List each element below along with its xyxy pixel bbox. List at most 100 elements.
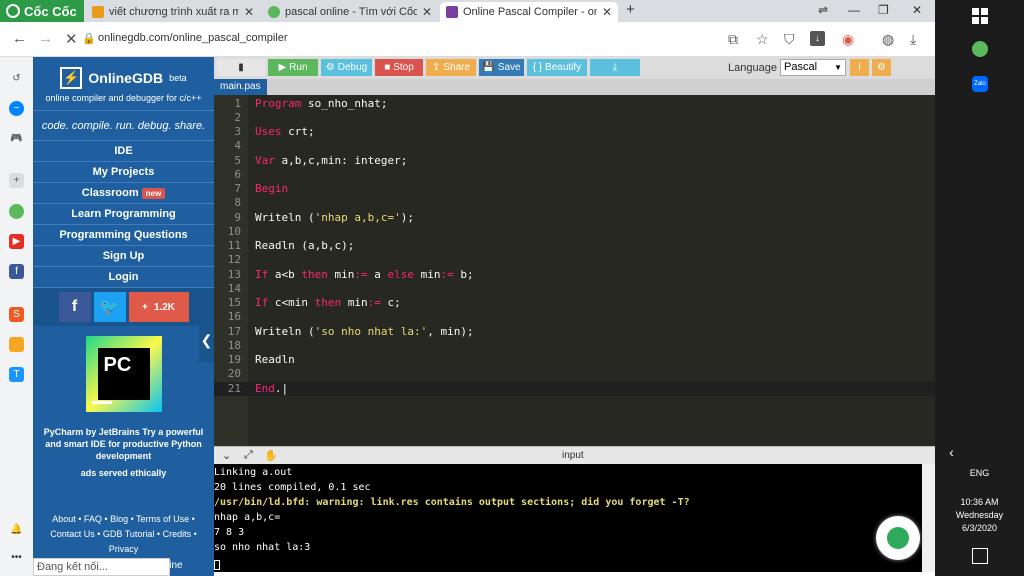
- menu-ide[interactable]: IDE: [33, 141, 214, 162]
- facebook-share-button[interactable]: f: [58, 292, 91, 322]
- bell-icon[interactable]: 🔔: [9, 522, 24, 537]
- stop-button[interactable]: ■ Stop: [375, 59, 423, 76]
- youtube-icon[interactable]: ▶: [9, 234, 24, 249]
- minimize-icon[interactable]: —: [848, 3, 860, 17]
- code-line: 19 Readln: [227, 353, 295, 366]
- code-editor[interactable]: 1 Program so_nho_nhat; 2 3 Uses crt; 4 5 Va…: [214, 95, 935, 446]
- gdb-header: ⚡ OnlineGDB beta online compiler and deb…: [33, 57, 214, 111]
- code-line: 2: [234, 111, 241, 124]
- code-line: 20: [227, 367, 241, 380]
- menu-classroom-label: Classroom: [81, 187, 139, 199]
- chevron-down-icon[interactable]: ⌄: [222, 449, 231, 462]
- new-tab-button[interactable]: +: [626, 1, 635, 18]
- code-line: 15 If c<min then min:= c;: [227, 296, 401, 309]
- url-field[interactable]: onlinegdb.com/online_pascal_compiler: [98, 32, 288, 44]
- add-icon[interactable]: +: [9, 173, 24, 188]
- code-line: 6: [234, 168, 241, 181]
- clear-console-icon[interactable]: ✋: [264, 449, 278, 462]
- file-tab-main[interactable]: main.pas: [214, 79, 267, 95]
- menu-classroom[interactable]: Classroom new: [33, 183, 214, 204]
- notification-icon[interactable]: [972, 548, 988, 564]
- coccoc-brand[interactable]: Cốc Cốc: [0, 0, 84, 22]
- game-mascot-icon[interactable]: [9, 337, 24, 352]
- io-label: input: [562, 450, 584, 461]
- debug-button[interactable]: ⚙ Debug: [321, 59, 372, 76]
- code-line: 12: [227, 253, 241, 266]
- play-icon: ▶: [278, 62, 287, 73]
- more-icon[interactable]: •••: [9, 550, 24, 565]
- console-scrollbar[interactable]: [922, 464, 935, 572]
- stop-label: Stop: [393, 62, 414, 73]
- close-window-icon[interactable]: ✕: [912, 3, 922, 17]
- tab-title: viết chương trình xuất ra màn: [109, 6, 239, 18]
- tab-menu-icon[interactable]: ⇌: [818, 3, 828, 17]
- tiki-icon[interactable]: T: [9, 367, 24, 382]
- beta-label: beta: [169, 73, 187, 83]
- translate-icon[interactable]: ⧉: [728, 31, 738, 48]
- stop-loading-icon[interactable]: ✕: [65, 30, 78, 48]
- coccoc-side-icon[interactable]: [9, 204, 24, 219]
- console-cursor: [214, 560, 220, 570]
- chevron-left-icon[interactable]: ‹: [907, 444, 996, 460]
- address-bar: ← → ✕ 🔒 onlinegdb.com/online_pascal_comp…: [0, 22, 935, 57]
- info-button[interactable]: i: [850, 59, 869, 76]
- menu-learn-programming[interactable]: Learn Programming: [33, 204, 214, 225]
- download-ext-icon[interactable]: ↓: [810, 31, 825, 46]
- file-icon: ▮: [238, 62, 244, 73]
- windows-start-icon[interactable]: [972, 8, 988, 24]
- close-icon[interactable]: ✕: [602, 5, 612, 19]
- run-button[interactable]: ▶ Run: [268, 59, 318, 76]
- console-output[interactable]: Linking a.out 20 lines compiled, 0.1 sec…: [214, 464, 922, 572]
- beautify-button[interactable]: { } Beautify: [527, 59, 587, 76]
- menu-sign-up[interactable]: Sign Up: [33, 246, 214, 267]
- collapse-sidebar-button[interactable]: ❮: [199, 318, 214, 362]
- share-icon: ⇪: [431, 62, 441, 73]
- star-icon[interactable]: ☆: [756, 31, 769, 48]
- ad-text[interactable]: PyCharm by JetBrains Try a powerful and …: [33, 426, 214, 462]
- facebook-side-icon[interactable]: f: [9, 264, 24, 279]
- save-button[interactable]: 💾 Save: [479, 59, 524, 76]
- lock-icon[interactable]: 🔒: [82, 32, 96, 45]
- tab-2[interactable]: pascal online - Tìm với Cốc Cốc ✕: [262, 2, 438, 22]
- zalo-icon[interactable]: Zalo: [972, 76, 988, 92]
- game-icon[interactable]: 🎮: [9, 131, 24, 146]
- menu-my-projects[interactable]: My Projects: [33, 162, 214, 183]
- onlinegdb-icon: [446, 6, 458, 18]
- tab-3-active[interactable]: Online Pascal Compiler - onlinegdb ✕: [440, 2, 618, 22]
- footer-line-3[interactable]: Privacy: [33, 542, 214, 557]
- console-line: Linking a.out: [214, 467, 293, 478]
- download-button[interactable]: ⤓: [590, 59, 640, 76]
- coccoc-taskbar-icon[interactable]: [972, 41, 988, 57]
- history-icon[interactable]: ↺: [9, 71, 24, 86]
- new-file-button[interactable]: ▮: [217, 59, 265, 76]
- account-icon[interactable]: ◍: [882, 31, 894, 48]
- shopee-icon[interactable]: S: [9, 307, 24, 322]
- clock-time[interactable]: 10:36 AM: [935, 497, 1024, 507]
- download-icon[interactable]: ⤓: [910, 31, 916, 48]
- close-icon[interactable]: ✕: [244, 5, 254, 19]
- footer-line-2[interactable]: Contact Us • GDB Tutorial • Credits •: [33, 527, 214, 542]
- chat-button[interactable]: [876, 516, 920, 560]
- tab-1[interactable]: viết chương trình xuất ra màn ✕: [86, 2, 260, 22]
- ad-block[interactable]: PC PyCharm by JetBrains Try a powerful a…: [33, 326, 214, 478]
- menu-login[interactable]: Login: [33, 267, 214, 288]
- share-button[interactable]: ⇪ Share: [426, 59, 476, 76]
- maximize-icon[interactable]: ❐: [878, 3, 889, 17]
- more-share-button[interactable]: +1.2K: [128, 292, 189, 322]
- language-select[interactable]: Pascal ▼: [780, 59, 846, 76]
- gdb-name[interactable]: OnlineGDB: [88, 70, 163, 86]
- code-line: 14: [227, 282, 241, 295]
- coccoc-ext-icon[interactable]: ◉: [842, 31, 854, 48]
- forward-icon[interactable]: →: [38, 30, 53, 47]
- twitter-share-button[interactable]: 🐦: [93, 292, 126, 322]
- settings-gear-icon[interactable]: ⚙: [872, 59, 891, 76]
- menu-programming-questions[interactable]: Programming Questions: [33, 225, 214, 246]
- footer-line-1[interactable]: About • FAQ • Blog • Terms of Use •: [33, 512, 214, 527]
- messenger-icon[interactable]: ~: [9, 101, 24, 116]
- language-indicator[interactable]: ENG: [935, 468, 1024, 478]
- back-icon[interactable]: ←: [12, 30, 27, 47]
- close-icon[interactable]: ✕: [422, 5, 432, 19]
- shield-icon[interactable]: ⛉: [784, 31, 795, 48]
- ads-ethically[interactable]: ads served ethically: [33, 468, 214, 478]
- expand-icon[interactable]: ⤢: [244, 449, 253, 462]
